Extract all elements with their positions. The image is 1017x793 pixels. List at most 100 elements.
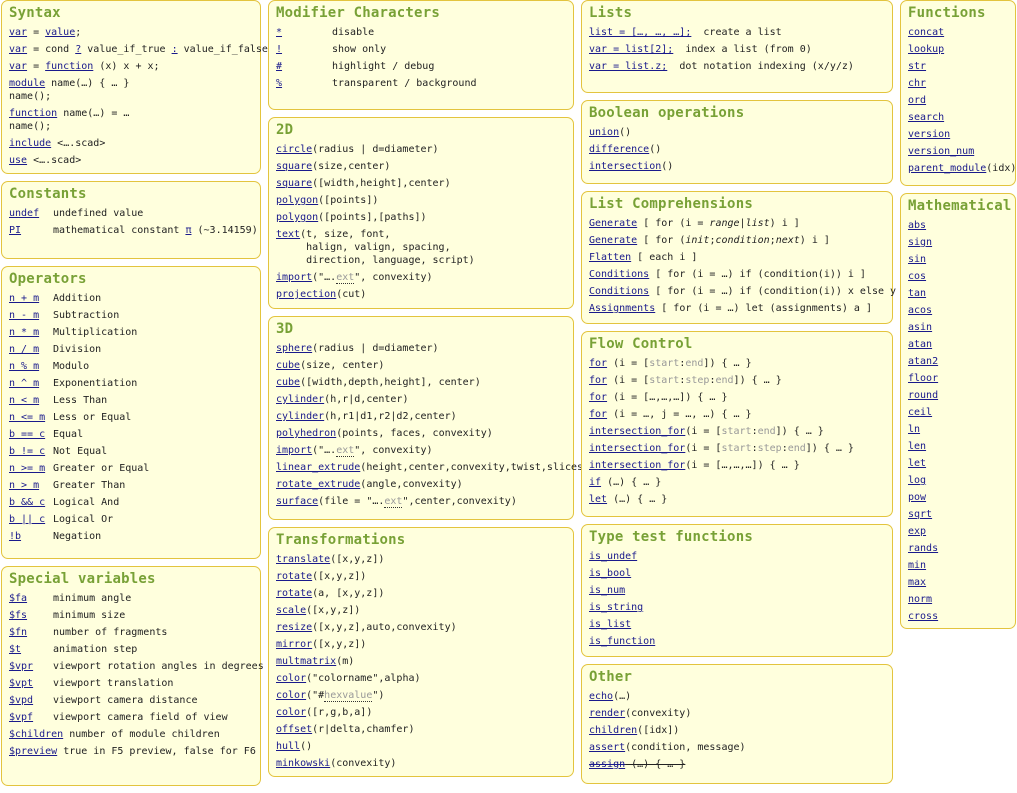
link[interactable]: linear_extrude — [276, 462, 360, 473]
link[interactable]: cos — [908, 271, 926, 282]
link[interactable]: assign — [589, 759, 625, 770]
link[interactable]: square — [276, 161, 312, 172]
link[interactable]: value — [45, 27, 75, 38]
link[interactable]: is_string — [589, 602, 643, 613]
link[interactable]: render — [589, 708, 625, 719]
link[interactable]: intersection — [589, 161, 661, 172]
link[interactable]: import — [276, 272, 312, 283]
link[interactable]: atan2 — [908, 356, 938, 367]
link[interactable]: * — [276, 26, 332, 39]
link[interactable]: n / m — [9, 343, 53, 356]
link[interactable]: hull — [276, 741, 300, 752]
link[interactable]: n - m — [9, 309, 53, 322]
link[interactable]: is_function — [589, 636, 655, 647]
link[interactable]: n + m — [9, 292, 53, 305]
link[interactable]: color — [276, 690, 306, 701]
link[interactable]: var — [9, 27, 27, 38]
link[interactable]: min — [908, 560, 926, 571]
link[interactable]: color — [276, 673, 306, 684]
link[interactable]: n > m — [9, 479, 53, 492]
link[interactable]: include — [9, 138, 51, 149]
link[interactable]: sign — [908, 237, 932, 248]
link[interactable]: cube — [276, 377, 300, 388]
link[interactable]: n ^ m — [9, 377, 53, 390]
link[interactable]: scale — [276, 605, 306, 616]
link[interactable]: len — [908, 441, 926, 452]
link[interactable]: # — [276, 60, 332, 73]
link[interactable]: n <= m — [9, 411, 53, 424]
link[interactable]: ceil — [908, 407, 932, 418]
link[interactable]: lookup — [908, 44, 944, 55]
link[interactable]: rotate — [276, 571, 312, 582]
link[interactable]: norm — [908, 594, 932, 605]
link[interactable]: $fa — [9, 592, 53, 605]
link[interactable]: $children — [9, 728, 63, 741]
link[interactable]: Conditions — [589, 286, 649, 297]
link[interactable]: intersection_for — [589, 426, 685, 437]
link[interactable]: rotate — [276, 588, 312, 599]
link[interactable]: Conditions — [589, 269, 649, 280]
link[interactable]: sin — [908, 254, 926, 265]
link[interactable]: ln — [908, 424, 920, 435]
link[interactable]: $fn — [9, 626, 53, 639]
link[interactable]: ! — [276, 43, 332, 56]
link[interactable]: $vpd — [9, 694, 53, 707]
link[interactable]: cylinder — [276, 394, 324, 405]
link[interactable]: tan — [908, 288, 926, 299]
link[interactable]: search — [908, 112, 944, 123]
link[interactable]: pow — [908, 492, 926, 503]
link[interactable]: polyhedron — [276, 428, 336, 439]
link[interactable]: rands — [908, 543, 938, 554]
link[interactable]: log — [908, 475, 926, 486]
link[interactable]: Generate — [589, 235, 637, 246]
link[interactable]: projection — [276, 289, 336, 300]
link[interactable]: $vpf — [9, 711, 53, 724]
link[interactable]: let — [908, 458, 926, 469]
link[interactable]: var — [9, 61, 27, 72]
link[interactable]: color — [276, 707, 306, 718]
link[interactable]: abs — [908, 220, 926, 231]
link[interactable]: concat — [908, 27, 944, 38]
link[interactable]: b || c — [9, 513, 53, 526]
link[interactable]: undef — [9, 207, 53, 220]
link[interactable]: list = […, …, …]; — [589, 27, 691, 38]
link[interactable]: ord — [908, 95, 926, 106]
link[interactable]: max — [908, 577, 926, 588]
link[interactable]: !b — [9, 530, 53, 543]
link[interactable]: Generate — [589, 218, 637, 229]
link[interactable]: acos — [908, 305, 932, 316]
link[interactable]: parent_module — [908, 163, 986, 174]
link[interactable]: $t — [9, 643, 53, 656]
link[interactable]: difference — [589, 144, 649, 155]
link[interactable]: is_list — [589, 619, 631, 630]
link[interactable]: is_bool — [589, 568, 631, 579]
link[interactable]: for — [589, 375, 607, 386]
link[interactable]: asin — [908, 322, 932, 333]
link[interactable]: $fs — [9, 609, 53, 622]
link[interactable]: b && c — [9, 496, 53, 509]
link[interactable]: atan — [908, 339, 932, 350]
link[interactable]: offset — [276, 724, 312, 735]
link[interactable]: if — [589, 477, 601, 488]
link[interactable]: var — [9, 44, 27, 55]
link[interactable]: $preview — [9, 745, 57, 758]
link[interactable]: var = list.z; — [589, 61, 667, 72]
link[interactable]: n * m — [9, 326, 53, 339]
link[interactable]: chr — [908, 78, 926, 89]
link[interactable]: exp — [908, 526, 926, 537]
link[interactable]: cylinder — [276, 411, 324, 422]
link[interactable]: function — [9, 108, 57, 119]
link[interactable]: multmatrix — [276, 656, 336, 667]
link[interactable]: echo — [589, 691, 613, 702]
link[interactable]: is_undef — [589, 551, 637, 562]
link[interactable]: $vpr — [9, 660, 53, 673]
link[interactable]: sqrt — [908, 509, 932, 520]
link[interactable]: polygon — [276, 212, 318, 223]
link[interactable]: $vpt — [9, 677, 53, 690]
link[interactable]: str — [908, 61, 926, 72]
link[interactable]: rotate_extrude — [276, 479, 360, 490]
link[interactable]: use — [9, 155, 27, 166]
link[interactable]: mirror — [276, 639, 312, 650]
link[interactable]: round — [908, 390, 938, 401]
link[interactable]: intersection_for — [589, 443, 685, 454]
